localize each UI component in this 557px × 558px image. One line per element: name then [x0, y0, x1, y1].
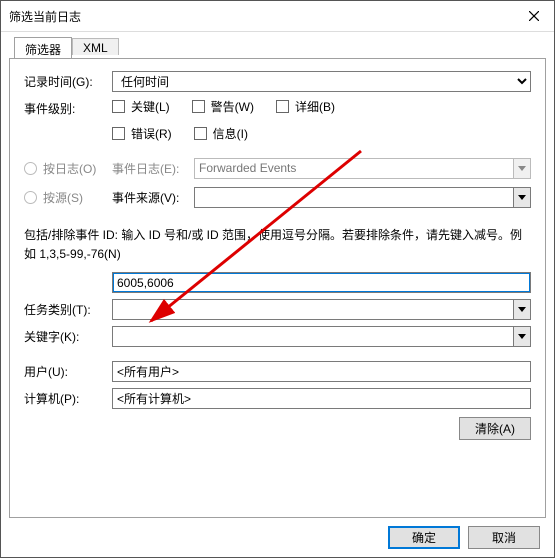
check-error-label: 错误(R) [131, 125, 172, 142]
source-combo[interactable] [194, 187, 531, 208]
checkbox-icon [112, 127, 125, 140]
label-level: 事件级别: [24, 98, 112, 117]
titlebar: 筛选当前日志 [1, 1, 554, 32]
chevron-down-icon [518, 334, 526, 339]
source-dropdown-btn[interactable] [513, 187, 531, 208]
eventlog-dropdown-btn [513, 158, 531, 179]
keywords-combo[interactable] [112, 326, 531, 347]
check-verbose-label: 详细(B) [295, 98, 335, 115]
dialog-button-row: 确定 取消 [388, 526, 540, 549]
check-critical[interactable]: 关键(L) [112, 98, 170, 115]
clear-button[interactable]: 清除(A) [459, 417, 531, 440]
event-id-input[interactable] [112, 272, 531, 293]
check-warning[interactable]: 警告(W) [192, 98, 254, 115]
radio-bysource: 按源(S) [24, 189, 112, 206]
radio-icon [24, 191, 37, 204]
computer-input[interactable] [112, 388, 531, 409]
tab-xml[interactable]: XML [72, 38, 119, 55]
user-input[interactable] [112, 361, 531, 382]
cancel-button[interactable]: 取消 [468, 526, 540, 549]
task-dropdown-btn[interactable] [513, 299, 531, 320]
keywords-dropdown-btn[interactable] [513, 326, 531, 347]
task-combo[interactable] [112, 299, 531, 320]
logged-dropdown[interactable]: 任何时间 [112, 71, 531, 92]
id-help-text: 包括/排除事件 ID: 输入 ID 号和/或 ID 范围，使用逗号分隔。若要排除… [24, 226, 531, 264]
label-task: 任务类别(T): [24, 301, 112, 318]
eventlog-value: Forwarded Events [194, 158, 513, 179]
tab-filter[interactable]: 筛选器 [14, 37, 72, 59]
radio-bysource-label: 按源(S) [43, 189, 83, 206]
checkbox-icon [194, 127, 207, 140]
check-error[interactable]: 错误(R) [112, 125, 172, 142]
check-critical-label: 关键(L) [131, 98, 170, 115]
label-eventlog: 事件日志(E): [112, 160, 194, 177]
radio-bylog: 按日志(O) [24, 160, 112, 177]
close-icon [529, 11, 539, 21]
tab-panel: 记录时间(G): 任何时间 事件级别: 关键(L) [9, 58, 546, 518]
check-verbose[interactable]: 详细(B) [276, 98, 335, 115]
checkbox-icon [276, 100, 289, 113]
label-keywords: 关键字(K): [24, 328, 112, 345]
keywords-value[interactable] [112, 326, 513, 347]
source-value[interactable] [194, 187, 513, 208]
label-user: 用户(U): [24, 363, 112, 380]
label-computer: 计算机(P): [24, 390, 112, 407]
task-value[interactable] [112, 299, 513, 320]
check-info-label: 信息(I) [213, 125, 248, 142]
eventlog-combo: Forwarded Events [194, 158, 531, 179]
radio-bylog-label: 按日志(O) [43, 160, 96, 177]
radio-icon [24, 162, 37, 175]
checkbox-icon [192, 100, 205, 113]
level-checkgroup: 关键(L) 警告(W) 详细(B) 错误(R [112, 98, 531, 152]
label-source: 事件来源(V): [112, 189, 194, 206]
ok-button[interactable]: 确定 [388, 526, 460, 549]
window-title: 筛选当前日志 [9, 8, 81, 25]
chevron-down-icon [518, 195, 526, 200]
close-button[interactable] [514, 1, 554, 31]
tabstrip: 筛选器 XML [14, 36, 546, 58]
check-info[interactable]: 信息(I) [194, 125, 248, 142]
dialog-body: 筛选器 XML 记录时间(G): 任何时间 事件级别: 关键 [1, 31, 554, 557]
label-logged: 记录时间(G): [24, 73, 112, 90]
chevron-down-icon [518, 166, 526, 171]
chevron-down-icon [518, 307, 526, 312]
check-warning-label: 警告(W) [211, 98, 254, 115]
checkbox-icon [112, 100, 125, 113]
filter-log-dialog: 筛选当前日志 筛选器 XML 记录时间(G): 任何时间 事件 [0, 0, 555, 558]
